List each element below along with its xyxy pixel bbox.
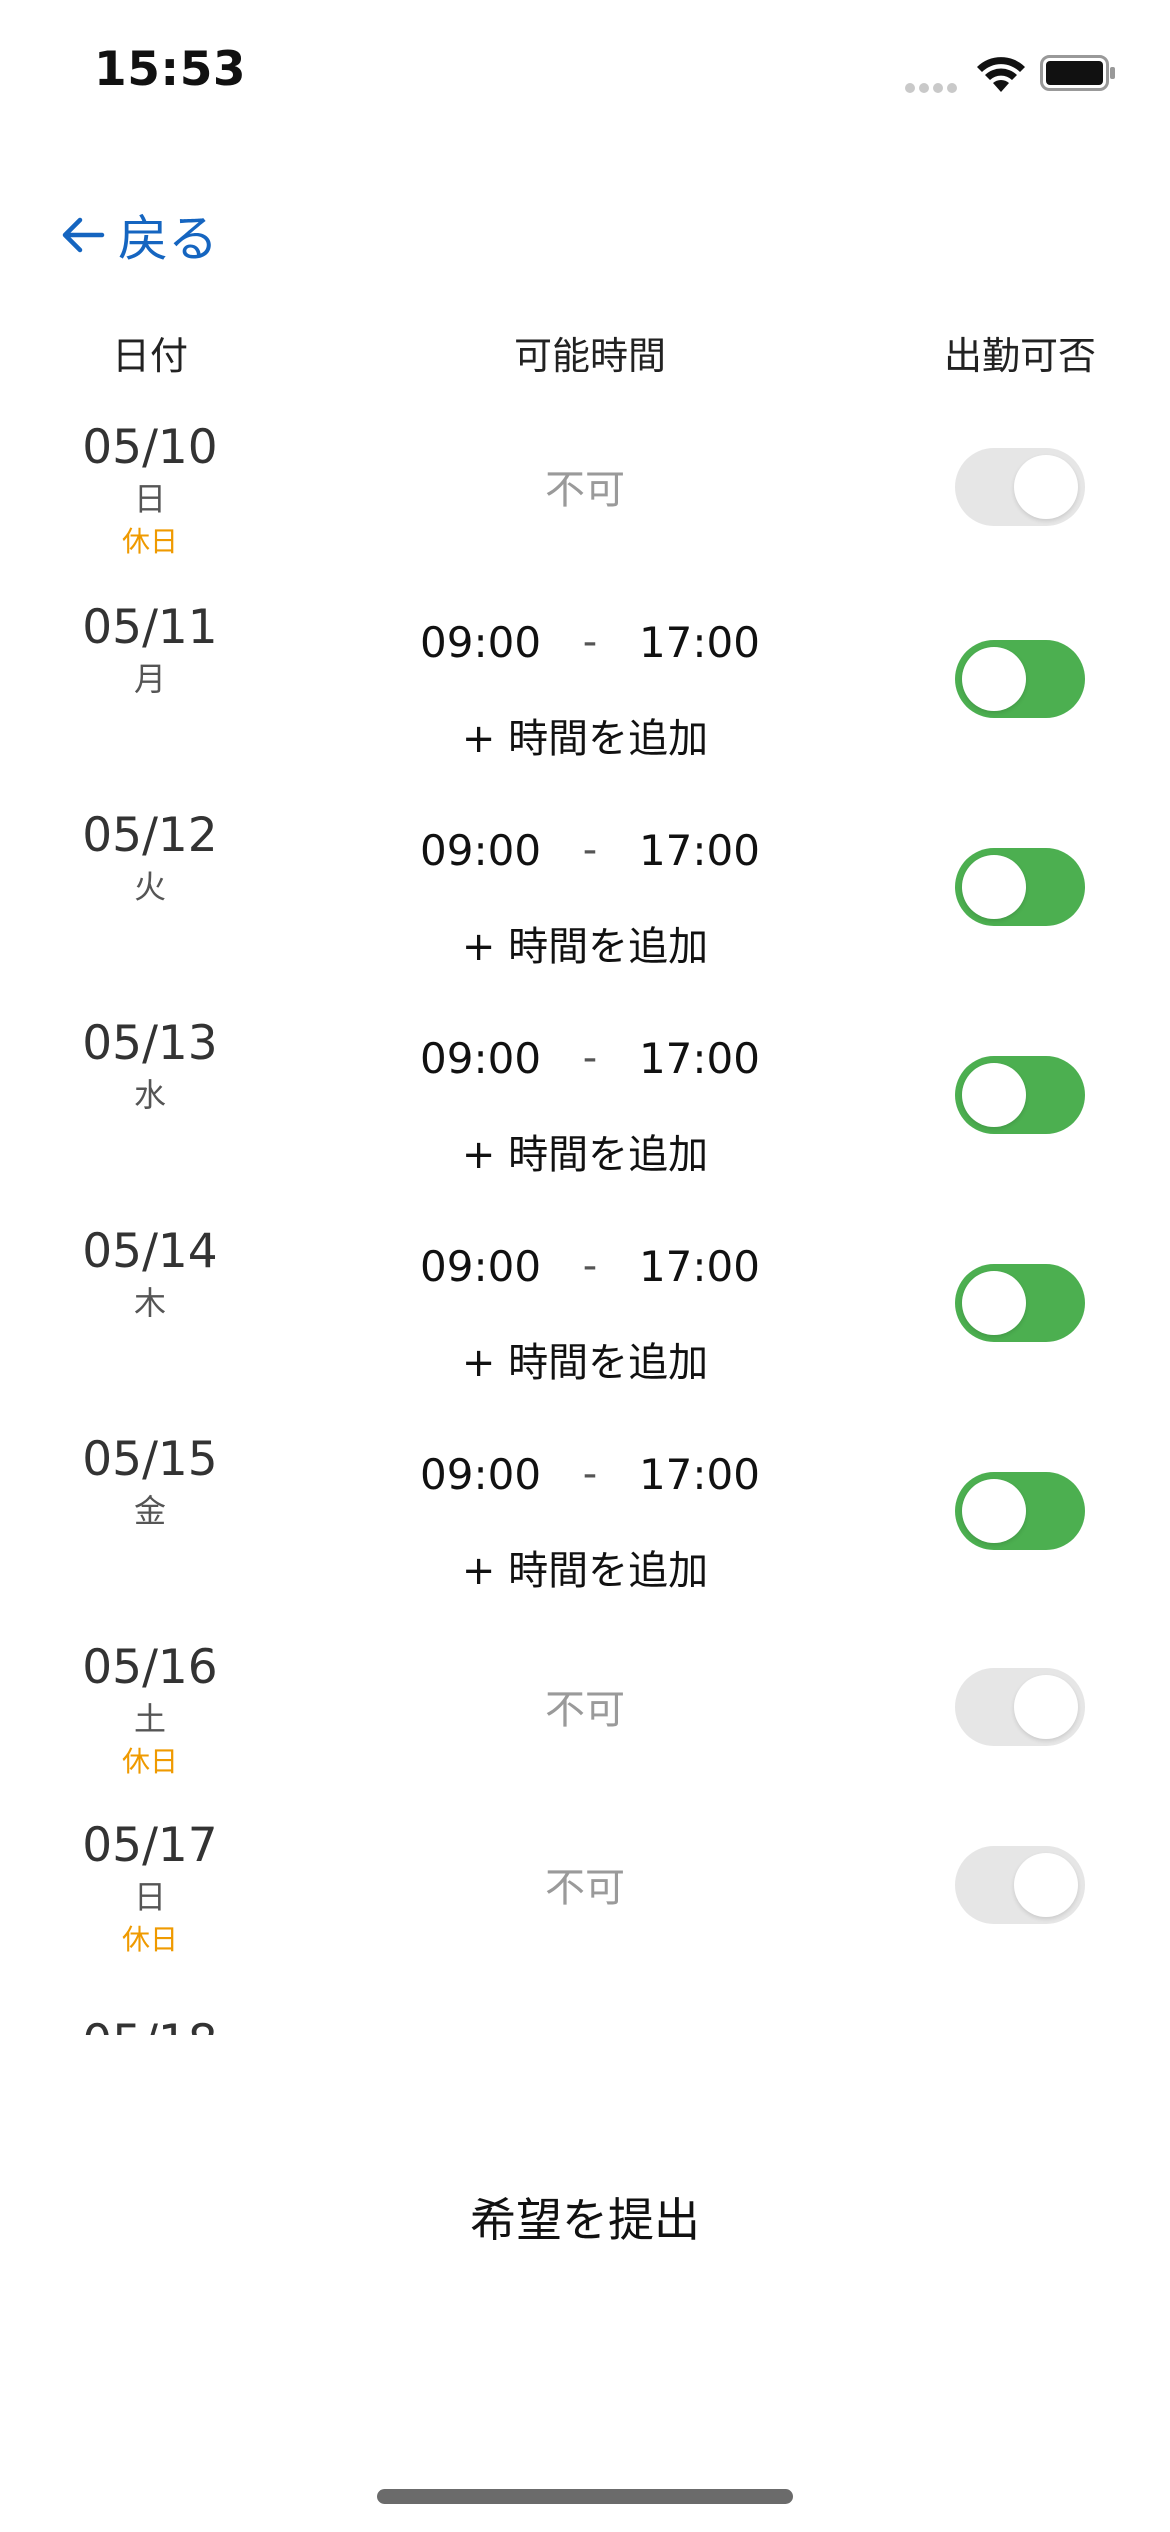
- header-availability: 出勤可否: [943, 334, 1096, 378]
- availability-toggle[interactable]: [955, 1056, 1085, 1134]
- end-time[interactable]: 17:00: [639, 618, 760, 667]
- end-time[interactable]: 17:00: [639, 1450, 760, 1499]
- battery-icon: [1040, 55, 1115, 91]
- end-time[interactable]: 17:00: [639, 1034, 760, 1083]
- toggle-knob: [962, 647, 1026, 711]
- toggle-knob: [1014, 455, 1078, 519]
- holiday-badge: 休日: [121, 1745, 178, 1778]
- add-time-button[interactable]: + 時間を追加: [390, 706, 780, 764]
- date-cell: 05/10 日 休日: [50, 420, 250, 562]
- back-arrow-icon: [62, 217, 105, 253]
- toggle-knob: [962, 1271, 1026, 1335]
- submit-request-button[interactable]: 希望を提出: [385, 2180, 785, 2260]
- time-separator: -: [582, 619, 598, 665]
- status-time: 15:53: [94, 42, 247, 97]
- start-time[interactable]: 09:00: [420, 826, 541, 875]
- weekday-text: 月: [133, 660, 166, 698]
- date-text: 05/13: [82, 1016, 218, 1071]
- time-range: 09:00 - 17:00: [420, 1028, 760, 1088]
- weekday-text: 火: [133, 868, 166, 906]
- holiday-badge: 休日: [121, 525, 178, 558]
- end-time[interactable]: 17:00: [639, 1242, 760, 1291]
- toggle-knob: [962, 855, 1026, 919]
- time-range: 09:00 - 17:00: [420, 820, 760, 880]
- unavailable-text: 不可: [545, 467, 625, 513]
- toggle-knob: [962, 1479, 1026, 1543]
- date-cell: 05/17 日 休日: [50, 1818, 250, 1960]
- date-cell: 05/14 木: [50, 1224, 250, 1326]
- screen: 15:53 戻る 日付 可能時間 出勤可否 05/10 日 休日 不可 05/1…: [0, 0, 1170, 2532]
- header-available-time: 可能時間: [513, 334, 666, 378]
- add-time-button[interactable]: + 時間を追加: [390, 1330, 780, 1388]
- wifi-icon: [977, 57, 1025, 92]
- add-time-button[interactable]: + 時間を追加: [390, 1538, 780, 1596]
- date-text: 05/11: [82, 600, 218, 655]
- weekday-text: 木: [133, 1284, 166, 1322]
- date-text: 05/16: [82, 1640, 218, 1695]
- date-cell: 05/13 水: [50, 1016, 250, 1118]
- availability-toggle[interactable]: [955, 1846, 1085, 1924]
- add-time-button[interactable]: + 時間を追加: [390, 1122, 780, 1180]
- time-range: 09:00 - 17:00: [420, 612, 760, 672]
- add-time-button[interactable]: + 時間を追加: [390, 914, 780, 972]
- toggle-knob: [1014, 1675, 1078, 1739]
- date-text: 05/12: [82, 808, 218, 863]
- start-time[interactable]: 09:00: [420, 1450, 541, 1499]
- date-text: 05/18: [50, 2015, 250, 2035]
- holiday-badge: 休日: [121, 1923, 178, 1956]
- cellular-signal-icon: [905, 78, 961, 93]
- time-range: 09:00 - 17:00: [420, 1236, 760, 1296]
- unavailable-text: 不可: [545, 1687, 625, 1733]
- availability-toggle[interactable]: [955, 448, 1085, 526]
- start-time[interactable]: 09:00: [420, 618, 541, 667]
- toggle-knob: [962, 1063, 1026, 1127]
- date-text: 05/10: [82, 420, 218, 475]
- back-label: 戻る: [118, 210, 218, 268]
- toggle-knob: [1014, 1853, 1078, 1917]
- availability-toggle[interactable]: [955, 1472, 1085, 1550]
- weekday-text: 日: [133, 1878, 166, 1916]
- weekday-text: 金: [133, 1492, 166, 1530]
- availability-toggle[interactable]: [955, 1264, 1085, 1342]
- time-separator: -: [582, 827, 598, 873]
- date-cell: 05/16 土 休日: [50, 1640, 250, 1782]
- date-text: 05/14: [82, 1224, 218, 1279]
- start-time[interactable]: 09:00: [420, 1242, 541, 1291]
- date-text: 05/17: [82, 1818, 218, 1873]
- start-time[interactable]: 09:00: [420, 1034, 541, 1083]
- back-button[interactable]: 戻る: [60, 200, 218, 270]
- availability-toggle[interactable]: [955, 640, 1085, 718]
- weekday-text: 水: [133, 1076, 166, 1114]
- status-bar: 15:53: [0, 0, 1170, 150]
- end-time[interactable]: 17:00: [639, 826, 760, 875]
- date-text: 05/15: [82, 1432, 218, 1487]
- availability-toggle[interactable]: [955, 848, 1085, 926]
- weekday-text: 土: [133, 1700, 166, 1738]
- date-cell: 05/12 火: [50, 808, 250, 910]
- header-date: 日付: [111, 334, 188, 378]
- availability-toggle[interactable]: [955, 1668, 1085, 1746]
- unavailable-text: 不可: [545, 1865, 625, 1911]
- home-indicator: [377, 2489, 793, 2504]
- time-separator: -: [582, 1451, 598, 1497]
- weekday-text: 日: [133, 480, 166, 518]
- scroll-clip-edge: 05/18: [0, 2015, 1170, 2035]
- time-range: 09:00 - 17:00: [420, 1444, 760, 1504]
- time-separator: -: [582, 1035, 598, 1081]
- date-cell: 05/15 金: [50, 1432, 250, 1534]
- time-separator: -: [582, 1243, 598, 1289]
- date-cell: 05/11 月: [50, 600, 250, 702]
